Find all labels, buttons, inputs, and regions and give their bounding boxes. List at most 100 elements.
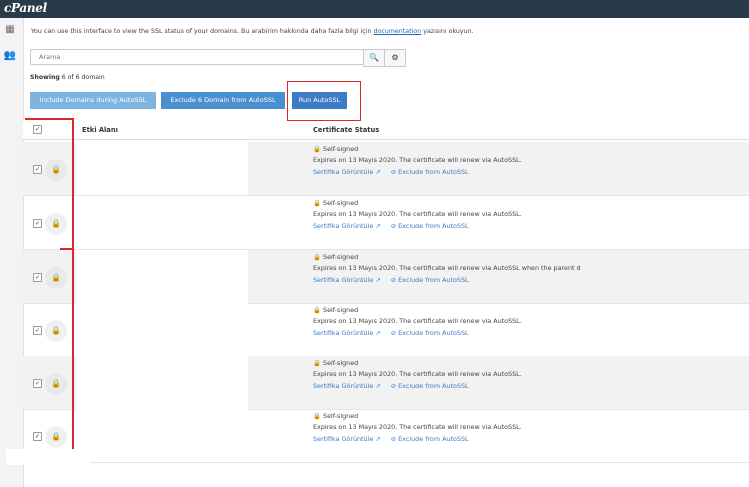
status-label: Self-signed	[323, 306, 359, 314]
certificate-status: 🔒 Self-signed Expires on 13 Mayıs 2020. T…	[313, 412, 522, 443]
status-label: Self-signed	[323, 145, 359, 153]
exclude-from-autossl-link[interactable]: ⊘ Exclude from AutoSSL	[391, 276, 469, 284]
status-label: Self-signed	[323, 253, 359, 261]
status-label: Self-signed	[323, 412, 359, 420]
lock-icon: 🔒	[313, 306, 321, 314]
exclude-from-autossl-link[interactable]: ⊘ Exclude from AutoSSL	[391, 222, 469, 230]
lock-icon: 🔒	[313, 359, 321, 367]
top-bar: cPanel	[0, 0, 749, 18]
header-domain: Etki Alanı	[82, 126, 118, 134]
lock-icon: 🔒	[45, 320, 67, 342]
view-certificate-link[interactable]: Sertifika Görüntüle ↗	[313, 329, 381, 337]
search-input[interactable]	[37, 50, 361, 64]
lock-icon: 🔒	[45, 213, 67, 235]
exclude-from-autossl-link[interactable]: ⊘ Exclude from AutoSSL	[391, 382, 469, 390]
certificate-status: 🔒 Self-signed Expires on 13 Mayıs 2020. T…	[313, 145, 522, 176]
redacted-domain	[76, 356, 248, 409]
users-icon[interactable]: 👥	[3, 50, 17, 62]
left-rail: ▦ 👥	[0, 18, 24, 487]
block-icon: ⊘	[390, 222, 397, 230]
table-row: ✓ 🔒 🔒 Self-signed Expires on 13 Mayıs 2020.…	[23, 409, 749, 463]
intro-message: You can use this interface to view the S…	[31, 28, 372, 35]
view-certificate-label: Sertifika Görüntüle	[313, 222, 374, 230]
expiry-text: Expires on 13 Mayıs 2020. The certificat…	[313, 370, 522, 378]
exclude-label: Exclude from AutoSSL	[398, 168, 469, 176]
lock-icon: 🔒	[45, 267, 67, 289]
expiry-text: Expires on 13 Mayıs 2020. The certificat…	[313, 317, 522, 325]
search-icon: 🔍	[369, 53, 379, 62]
table-row: ✓ 🔒 🔒 Self-signed Expires on 13 Mayıs 2020.…	[23, 250, 749, 304]
view-certificate-label: Sertifika Görüntüle	[313, 382, 374, 390]
gear-icon: ⚙	[391, 53, 399, 62]
exclude-from-autossl-link[interactable]: ⊘ Exclude from AutoSSL	[391, 168, 469, 176]
view-certificate-label: Sertifika Görüntüle	[313, 276, 374, 284]
redacted-domain	[76, 250, 248, 303]
exclude-domains-button[interactable]: Exclude 6 Domain from AutoSSL	[161, 92, 285, 109]
annotation-line-vertical	[72, 118, 74, 450]
exclude-label: Exclude from AutoSSL	[398, 329, 469, 337]
apps-grid-icon[interactable]: ▦	[3, 24, 17, 36]
table-row: ✓ 🔒 🔒 Self-signed Expires on 13 Mayıs 2020.…	[23, 142, 749, 196]
header-certificate-status: Certificate Status	[313, 126, 380, 134]
redacted-domain	[76, 196, 248, 249]
certificate-status: 🔒 Self-signed Expires on 13 Mayıs 2020. T…	[313, 306, 522, 337]
redacted-domain	[76, 142, 248, 195]
view-certificate-link[interactable]: Sertifika Görüntüle ↗	[313, 276, 381, 284]
row-checkbox[interactable]: ✓	[33, 379, 42, 388]
exclude-from-autossl-link[interactable]: ⊘ Exclude from AutoSSL	[391, 329, 469, 337]
redacted-domain	[76, 303, 248, 356]
status-label: Self-signed	[323, 199, 359, 207]
row-checkbox[interactable]: ✓	[33, 326, 42, 335]
table-row: ✓ 🔒 🔒 Self-signed Expires on 13 Mayıs 2020.…	[23, 196, 749, 250]
exclude-label: Exclude from AutoSSL	[398, 435, 469, 443]
view-certificate-link[interactable]: Sertifika Görüntüle ↗	[313, 168, 381, 176]
block-icon: ⊘	[390, 168, 397, 176]
lock-icon: 🔒	[313, 145, 321, 153]
redacted-domain	[76, 409, 248, 462]
certificate-status: 🔒 Self-signed Expires on 13 Mayıs 2020. T…	[313, 199, 522, 230]
exclude-from-autossl-link[interactable]: ⊘ Exclude from AutoSSL	[391, 435, 469, 443]
lock-icon: 🔒	[313, 253, 321, 261]
showing-value: 6 of 6 domain	[61, 74, 105, 81]
table-header: ✓ Etki Alanı Certificate Status	[23, 121, 749, 140]
lock-icon: 🔒	[313, 412, 321, 420]
annotation-line-top	[25, 118, 73, 120]
view-certificate-link[interactable]: Sertifika Görüntüle ↗	[313, 222, 381, 230]
select-all-checkbox[interactable]: ✓	[33, 125, 42, 134]
view-certificate-link[interactable]: Sertifika Görüntüle ↗	[313, 382, 381, 390]
showing-count: Showing 6 of 6 domain	[30, 74, 105, 81]
intro-suffix: yazısını okuyun.	[423, 28, 474, 35]
highlight-box	[287, 81, 361, 121]
view-certificate-link[interactable]: Sertifika Görüntüle ↗	[313, 435, 381, 443]
external-link-icon: ↗	[375, 329, 381, 337]
external-link-icon: ↗	[375, 435, 381, 443]
block-icon: ⊘	[390, 276, 397, 284]
expiry-text: Expires on 13 Mayıs 2020. The certificat…	[313, 264, 581, 272]
search-box	[30, 49, 364, 65]
exclude-label: Exclude from AutoSSL	[398, 276, 469, 284]
block-icon: ⊘	[390, 435, 397, 443]
intro-text: You can use this interface to view the S…	[31, 28, 474, 35]
row-checkbox[interactable]: ✓	[33, 432, 42, 441]
view-certificate-label: Sertifika Görüntüle	[313, 435, 374, 443]
expiry-text: Expires on 13 Mayıs 2020. The certificat…	[313, 156, 522, 164]
external-link-icon: ↗	[375, 382, 381, 390]
documentation-link[interactable]: documentation	[374, 28, 422, 35]
settings-button[interactable]: ⚙	[384, 49, 406, 67]
external-link-icon: ↗	[375, 222, 381, 230]
lock-icon: 🔒	[45, 426, 67, 448]
row-checkbox[interactable]: ✓	[33, 165, 42, 174]
table-row: ✓ 🔒 🔒 Self-signed Expires on 13 Mayıs 2020.…	[23, 303, 749, 357]
cpanel-logo[interactable]: cPanel	[4, 1, 47, 15]
block-icon: ⊘	[390, 382, 397, 390]
block-icon: ⊘	[390, 329, 397, 337]
view-certificate-label: Sertifika Görüntüle	[313, 168, 374, 176]
certificate-status: 🔒 Self-signed Expires on 13 Mayıs 2020. T…	[313, 253, 581, 284]
certificate-status: 🔒 Self-signed Expires on 13 Mayıs 2020. T…	[313, 359, 522, 390]
exclude-label: Exclude from AutoSSL	[398, 222, 469, 230]
expiry-text: Expires on 13 Mayıs 2020. The certificat…	[313, 423, 522, 431]
include-domains-button[interactable]: Include Domains during AutoSSL	[30, 92, 156, 109]
row-checkbox[interactable]: ✓	[33, 219, 42, 228]
search-button[interactable]: 🔍	[363, 49, 385, 67]
row-checkbox[interactable]: ✓	[33, 273, 42, 282]
